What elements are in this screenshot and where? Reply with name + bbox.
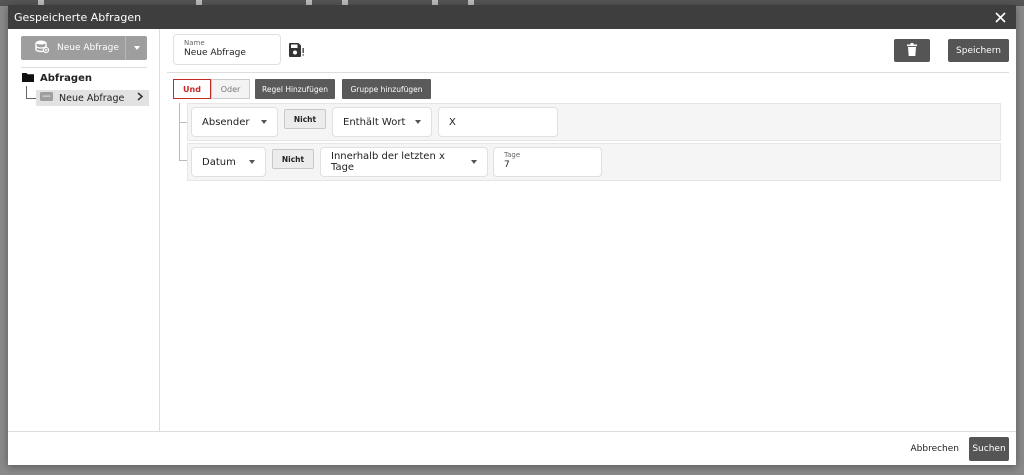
days-input-label: Tage [504,151,521,159]
query-file-icon [40,92,53,104]
not-toggle[interactable]: Nicht [284,109,326,129]
rule-connector [179,122,187,123]
tree-connector [26,86,27,98]
chevron-right-icon [137,92,144,104]
field-select-value: Absender [202,116,250,128]
query-name-label: Name [184,39,205,47]
trash-icon [907,42,917,59]
saved-queries-dialog: Gespeicherte Abfragen Neue Abfrage Abfra… [8,5,1016,465]
rule-connector [179,160,187,161]
new-query-split-button: Neue Abfrage [21,36,147,60]
not-toggle[interactable]: Nicht [272,149,314,169]
dialog-titlebar: Gespeicherte Abfragen [8,5,1016,29]
value-input-text: X [449,116,456,128]
caret-down-icon [249,160,255,164]
dialog-title: Gespeicherte Abfragen [14,10,142,24]
field-select[interactable]: Datum [191,147,266,177]
operator-select[interactable]: Enthält Wort [332,107,432,137]
search-button[interactable]: Suchen [969,437,1009,461]
sidebar-divider [21,67,147,68]
field-select-value: Datum [202,156,236,168]
sidebar: Neue Abfrage Abfragen Neue Abfrage [8,29,160,431]
days-input-value: 7 [504,160,510,170]
header-divider [167,72,1009,73]
add-group-button[interactable]: Gruppe hinzufügen [342,79,431,99]
new-query-dropdown-toggle[interactable] [125,36,147,60]
query-name-value: Neue Abfrage [184,48,246,58]
query-editor: Name Neue Abfrage Speichern Und Oder Reg… [160,29,1016,431]
rule-group-connector [179,103,180,161]
field-select[interactable]: Absender [191,107,278,137]
or-toggle[interactable]: Oder [211,79,250,99]
query-name-field[interactable]: Name Neue Abfrage [173,34,281,65]
delete-button[interactable] [894,39,930,62]
new-query-button[interactable]: Neue Abfrage [21,36,125,60]
operator-select-value: Enthält Wort [343,116,406,128]
tree-root-queries[interactable]: Abfragen [22,72,92,85]
caret-down-icon [261,120,267,124]
caret-down-icon [415,120,421,124]
operator-select[interactable]: Innerhalb der letzten x Tage [320,147,488,177]
caret-down-icon [471,160,477,164]
rule-row: Absender Nicht Enthält Wort X [187,103,1001,141]
cancel-button[interactable]: Abbrechen [910,439,959,459]
days-input[interactable]: Tage 7 [493,147,602,177]
operator-select-value: Innerhalb der letzten x Tage [331,151,445,173]
save-button[interactable]: Speichern [948,39,1009,62]
tree-item-label: Neue Abfrage [59,92,125,104]
value-input[interactable]: X [438,107,558,137]
rule-row: Datum Nicht Innerhalb der letzten x Tage… [187,143,1001,181]
dialog-footer: Abbrechen Suchen [8,431,1016,465]
close-icon[interactable] [992,9,1008,25]
save-disk-icon[interactable] [289,43,305,57]
tree-item-new-query[interactable]: Neue Abfrage [36,90,149,106]
folder-icon [22,72,34,85]
tree-connector [26,98,36,99]
and-toggle[interactable]: Und [173,79,211,99]
add-rule-button[interactable]: Regel Hinzufügen [255,79,335,99]
database-add-icon [35,40,50,56]
new-query-label: Neue Abfrage [57,43,119,53]
tree-root-label: Abfragen [40,73,92,84]
caret-down-icon [133,46,140,50]
